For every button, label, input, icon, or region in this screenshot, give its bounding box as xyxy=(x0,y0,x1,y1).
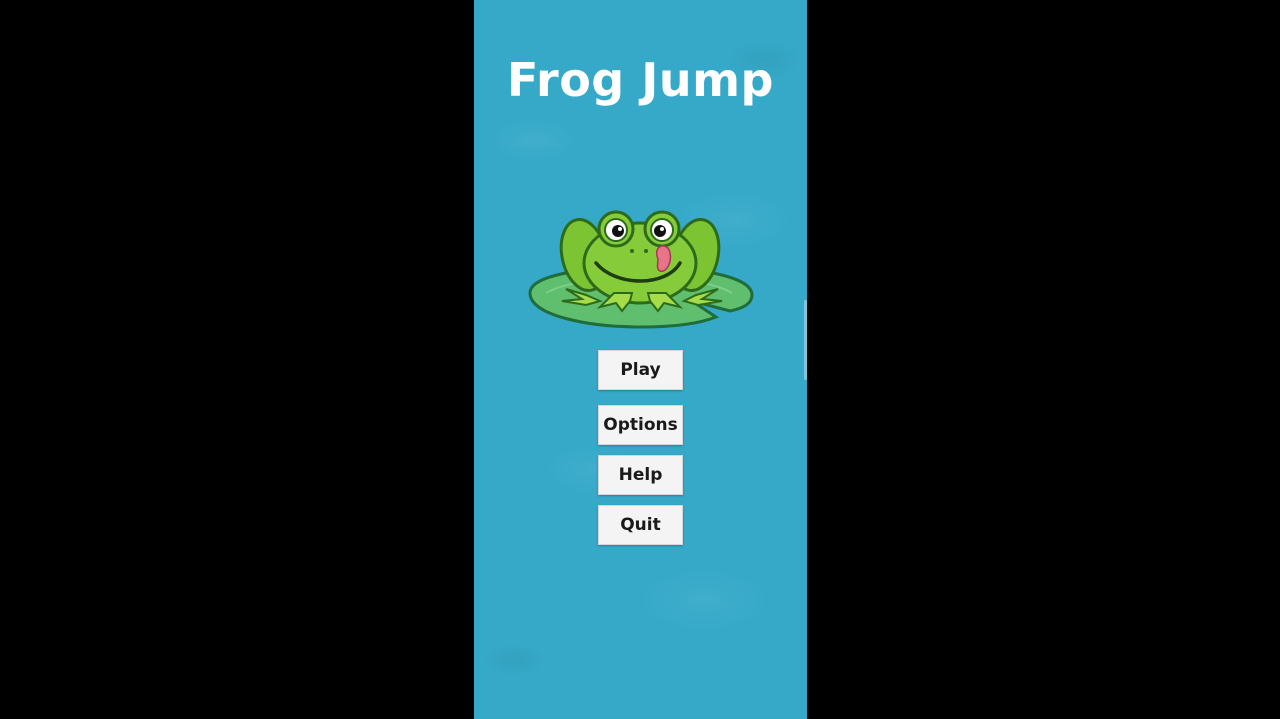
help-button[interactable]: Help xyxy=(598,455,683,495)
letterbox: Frog Jump Play Options Help Quit xyxy=(0,0,1280,719)
game-screen: Frog Jump Play Options Help Quit xyxy=(474,0,807,719)
game-title: Frog Jump xyxy=(507,53,774,107)
play-button[interactable]: Play xyxy=(598,350,683,390)
options-button[interactable]: Options xyxy=(598,405,683,445)
quit-button[interactable]: Quit xyxy=(598,505,683,545)
frog-on-lily-pad-icon xyxy=(526,205,756,335)
scroll-indicator xyxy=(804,300,807,380)
